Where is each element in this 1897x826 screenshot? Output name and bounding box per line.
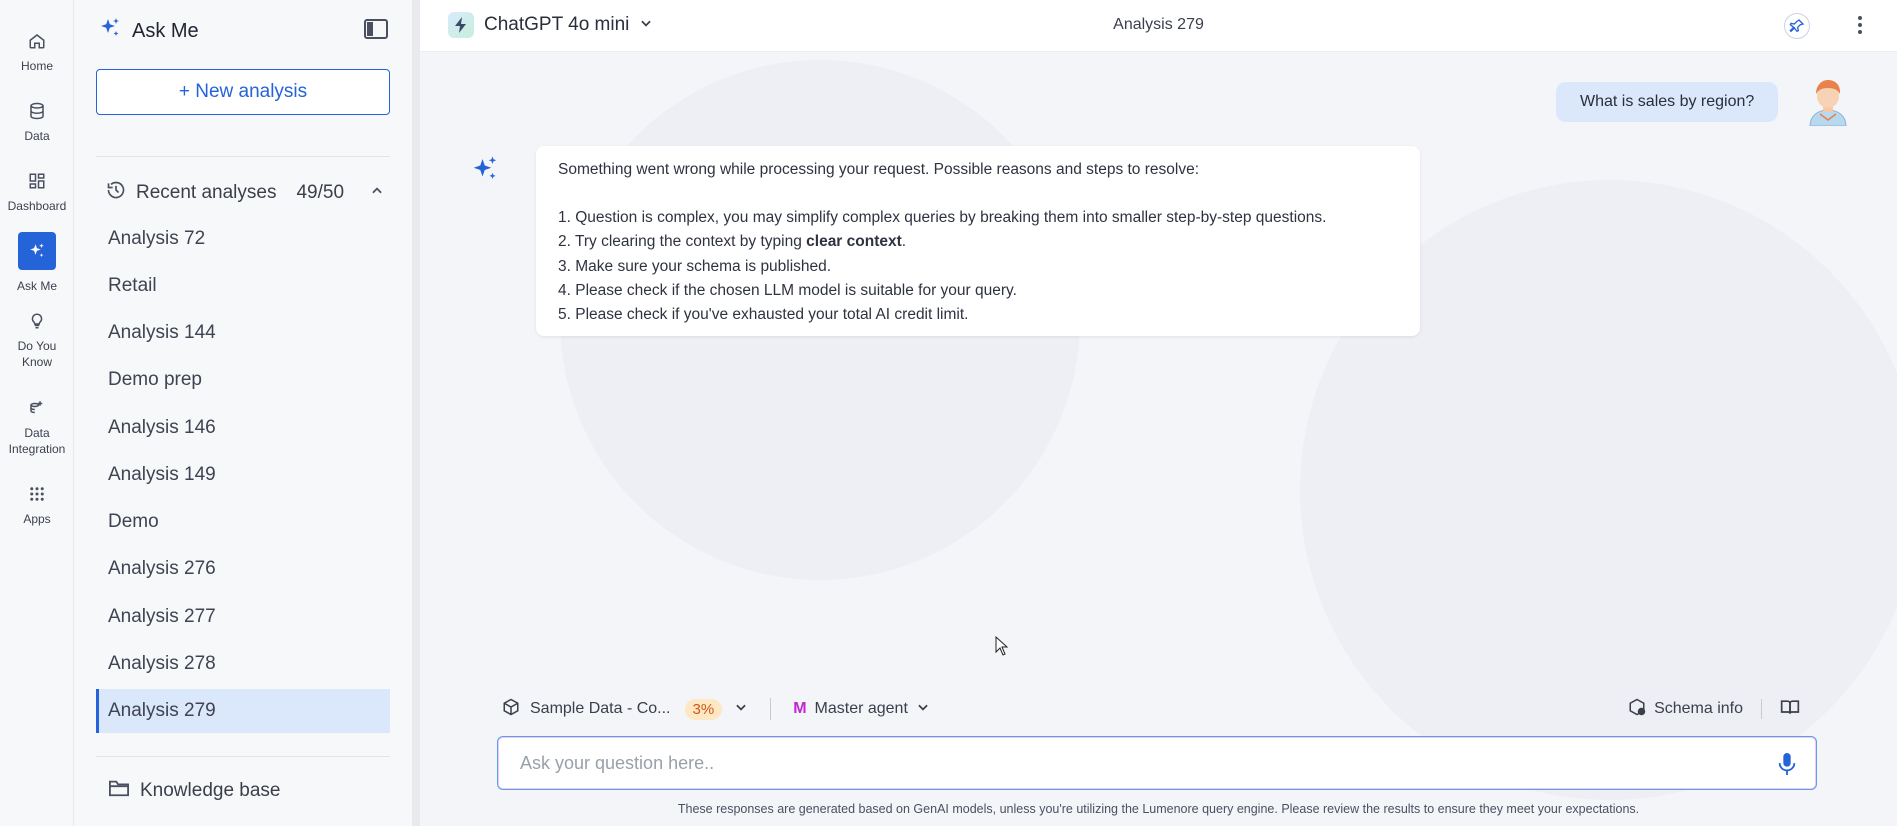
new-analysis-button[interactable]: + New analysis xyxy=(96,69,390,115)
divider xyxy=(770,698,772,720)
database-icon xyxy=(26,100,48,122)
lightbulb-icon xyxy=(26,310,48,332)
recent-analyses-label: Recent analyses xyxy=(136,182,277,203)
icon-rail: Home Data Dashboard Ask Me Do You Know D… xyxy=(0,0,74,826)
collapse-sidebar-icon[interactable] xyxy=(364,18,388,40)
rail-label-do-you-know-2: Know xyxy=(21,355,53,369)
dataset-selector[interactable]: Sample Data - Co... xyxy=(502,698,671,721)
apps-grid-icon xyxy=(26,483,48,505)
home-icon xyxy=(26,30,48,52)
sparkle-icon xyxy=(18,232,56,270)
model-selector[interactable]: ChatGPT 4o mini xyxy=(448,12,653,38)
rail-label-data: Data xyxy=(24,129,50,143)
cube-icon xyxy=(502,698,520,721)
rail-label-dashboard: Dashboard xyxy=(7,199,67,213)
disclaimer-text: These responses are generated based on G… xyxy=(677,802,1640,816)
rail-item-home[interactable]: Home xyxy=(0,30,74,74)
schema-info-button[interactable]: Schema info xyxy=(1654,700,1743,718)
agent-initial: M xyxy=(793,700,807,717)
rail-label-ask-me: Ask Me xyxy=(16,279,57,293)
divider xyxy=(96,156,390,157)
analysis-list-item[interactable]: Analysis 146 xyxy=(96,406,390,450)
recent-analyses-count: 49/50 xyxy=(296,182,345,203)
rail-item-apps[interactable]: Apps xyxy=(0,483,74,527)
user-message: What is sales by region? xyxy=(1556,82,1779,122)
rail-label-do-you-know-1: Do You xyxy=(17,339,57,353)
ai-message-step: 1. Question is complex, you may simplify… xyxy=(558,209,1327,227)
knowledge-base-label: Knowledge base xyxy=(140,780,281,801)
divider xyxy=(96,756,390,757)
rail-label-home: Home xyxy=(20,59,53,73)
bolt-icon xyxy=(448,12,474,38)
agent-selector[interactable]: M Master agent xyxy=(793,700,930,719)
rail-label-apps: Apps xyxy=(23,512,51,526)
microphone-icon[interactable] xyxy=(1776,751,1798,777)
pin-icon[interactable] xyxy=(1784,13,1810,39)
knowledge-base-link[interactable]: Knowledge base xyxy=(108,778,281,804)
ai-message-step: 5. Please check if you've exhausted your… xyxy=(558,306,969,324)
history-icon xyxy=(106,180,126,206)
analysis-list-item[interactable]: Demo prep xyxy=(96,358,390,402)
divider xyxy=(1761,699,1762,719)
rail-item-data[interactable]: Data xyxy=(0,100,74,144)
chevron-up-icon[interactable] xyxy=(370,182,384,204)
rail-item-data-integration[interactable]: Data Integration xyxy=(0,397,74,457)
analysis-list-item[interactable]: Analysis 72 xyxy=(96,217,390,261)
question-input-box xyxy=(497,736,1817,790)
user-avatar xyxy=(1806,78,1850,127)
rail-item-ask-me[interactable]: Ask Me xyxy=(0,232,74,294)
ai-message-intro: Something went wrong while processing yo… xyxy=(558,161,1200,178)
more-options-icon[interactable] xyxy=(1854,12,1866,38)
sidebar-title: Ask Me xyxy=(132,19,199,42)
analysis-list-item[interactable]: Analysis 149 xyxy=(96,453,390,497)
ai-step2-prefix: 2. Try clearing the context by typing xyxy=(558,233,807,251)
query-controls: Sample Data - Co... 3% M Master agent Sc… xyxy=(502,694,1822,724)
dataset-usage-badge: 3% xyxy=(684,698,723,720)
sidebar-resize-handle[interactable] xyxy=(412,0,420,826)
schema-info-area: Schema info xyxy=(1628,698,1800,721)
rail-item-dashboard[interactable]: Dashboard xyxy=(0,170,74,214)
analysis-list-item[interactable]: Demo xyxy=(96,500,390,544)
folder-icon xyxy=(108,778,130,804)
analysis-list-item[interactable]: Analysis 144 xyxy=(96,311,390,355)
data-integration-icon xyxy=(26,397,48,419)
chevron-down-icon xyxy=(916,700,930,719)
dataset-label: Sample Data - Co... xyxy=(530,700,671,717)
ai-step2-suffix: . xyxy=(901,233,907,251)
rail-label-data-integration-1: Data xyxy=(24,426,50,440)
chat-area: ChatGPT 4o mini Analysis 279 What is sal… xyxy=(420,0,1897,826)
rail-item-do-you-know[interactable]: Do You Know xyxy=(0,310,74,370)
ai-message-step: 2. Try clearing the context by typing cl… xyxy=(558,230,1398,254)
ai-step2-command: clear context xyxy=(806,233,902,251)
chevron-down-icon xyxy=(639,14,653,36)
analysis-list-item[interactable]: Analysis 277 xyxy=(96,595,390,639)
ai-message-step: 3. Make sure your schema is published. xyxy=(558,257,832,275)
model-name: ChatGPT 4o mini xyxy=(484,14,630,35)
ai-error-message: Something went wrong while processing yo… xyxy=(536,146,1420,336)
agent-label: Master agent xyxy=(814,700,908,717)
analyses-sidebar: Ask Me + New analysis Recent analyses 49… xyxy=(74,0,412,826)
question-input[interactable] xyxy=(520,749,1720,777)
mouse-cursor-icon xyxy=(995,635,1009,656)
ai-sparkle-icon xyxy=(470,154,500,184)
recent-analyses-header[interactable]: Recent analyses 49/50 xyxy=(106,180,390,206)
sidebar-header: Ask Me xyxy=(98,16,199,46)
ai-message-step: 4. Please check if the chosen LLM model … xyxy=(558,281,1017,299)
dashboard-icon xyxy=(26,170,48,192)
top-bar: ChatGPT 4o mini Analysis 279 xyxy=(420,0,1897,52)
analysis-list-item[interactable]: Analysis 278 xyxy=(96,642,390,686)
rail-label-data-integration-2: Integration xyxy=(8,442,66,456)
analysis-list-item-selected[interactable]: Analysis 279 xyxy=(96,689,390,733)
book-icon[interactable] xyxy=(1780,698,1800,721)
analysis-list-item[interactable]: Analysis 276 xyxy=(96,547,390,591)
sparkle-icon xyxy=(98,16,122,46)
chevron-down-icon[interactable] xyxy=(734,700,748,719)
analysis-list-item[interactable]: Retail xyxy=(96,264,390,308)
schema-icon xyxy=(1628,698,1646,721)
